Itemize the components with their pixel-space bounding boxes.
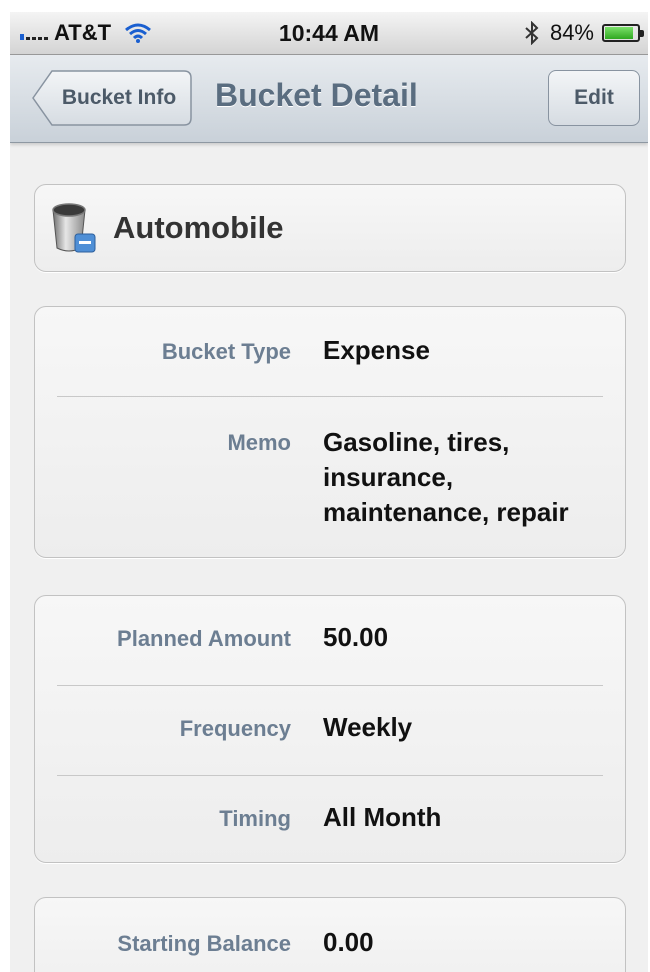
timing-value: All Month — [323, 802, 442, 832]
timing-row[interactable]: Timing All Month — [35, 802, 613, 835]
bucket-icon — [52, 203, 96, 253]
bluetooth-icon — [525, 21, 539, 45]
details-group: Bucket Type Expense Memo Gasoline, tires… — [34, 306, 626, 558]
back-button[interactable]: Bucket Info — [32, 70, 192, 126]
edit-button[interactable]: Edit — [548, 70, 640, 126]
planned-amount-label: Planned Amount — [117, 626, 291, 651]
bucket-type-row[interactable]: Bucket Type Expense — [35, 335, 613, 368]
starting-balance-label: Starting Balance — [117, 931, 291, 956]
battery-percent: 84% — [549, 20, 594, 45]
plan-group: Planned Amount 50.00 Frequency Weekly Ti… — [34, 595, 626, 863]
starting-balance-row[interactable]: Starting Balance 0.00 — [35, 927, 613, 960]
balance-group: Starting Balance 0.00 — [34, 897, 626, 972]
starting-balance-value: 0.00 — [323, 927, 374, 957]
bucket-header: Automobile — [34, 184, 626, 272]
status-bar: AT&T 10:44 AM 84% — [10, 12, 648, 55]
frequency-label: Frequency — [179, 716, 291, 741]
back-button-label: Bucket Info — [61, 86, 177, 109]
navigation-bar: Bucket Info Bucket Detail Edit — [10, 55, 648, 143]
frequency-row[interactable]: Frequency Weekly — [35, 712, 613, 745]
divider — [57, 775, 603, 776]
bucket-type-label: Bucket Type — [161, 339, 291, 364]
timing-label: Timing — [219, 806, 291, 831]
status-right: 84% — [524, 20, 644, 46]
memo-label: Memo — [227, 430, 291, 455]
page-title: Bucket Detail — [215, 77, 418, 113]
divider — [57, 396, 603, 397]
planned-amount-value: 50.00 — [323, 622, 389, 652]
memo-value: Gasoline, tires, insurance, maintenance,… — [323, 427, 569, 527]
bucket-type-value: Expense — [323, 335, 430, 365]
divider — [57, 685, 603, 686]
memo-row[interactable]: Memo Gasoline, tires, insurance, mainten… — [35, 427, 613, 530]
bucket-name: Automobile — [113, 210, 284, 245]
battery-icon — [602, 24, 644, 42]
planned-amount-row[interactable]: Planned Amount 50.00 — [35, 622, 613, 655]
frequency-value: Weekly — [323, 712, 413, 742]
phone-screen: AT&T 10:44 AM 84% Bucket Info Bucket Det… — [10, 12, 648, 972]
